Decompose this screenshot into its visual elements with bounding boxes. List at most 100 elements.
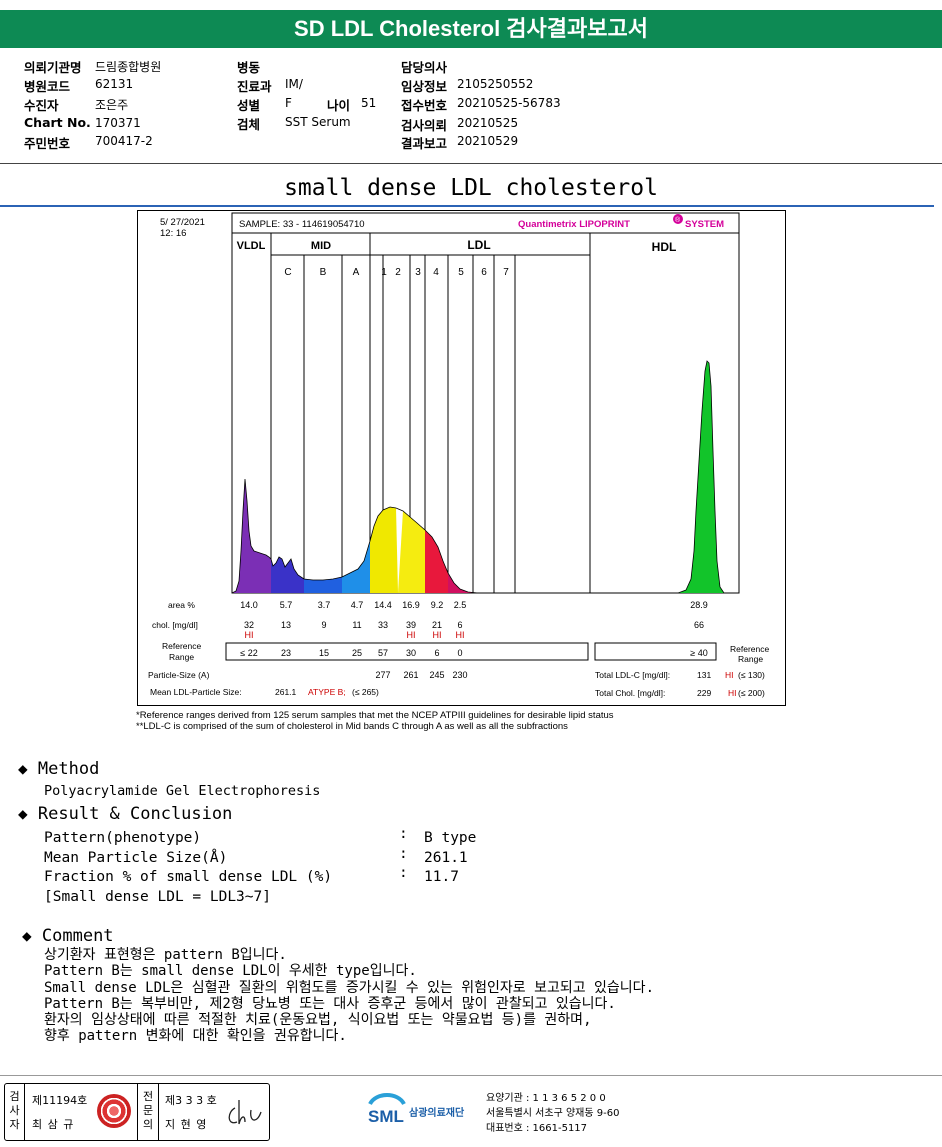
band-label-C: C xyxy=(284,267,291,278)
ref-value: ≥ 40 xyxy=(690,648,707,658)
row-ref-label-2: Range xyxy=(169,652,194,662)
sml-logo-icon: SML xyxy=(368,1093,406,1126)
chol-flag: HI xyxy=(407,630,416,640)
band-label-4: 4 xyxy=(433,267,439,278)
chart-notes: *Reference ranges derived from 125 serum… xyxy=(136,710,776,732)
total-ldl-label: Total LDL-C [mg/dl]: xyxy=(595,670,670,680)
comment-line: Pattern B는 small dense LDL이 우세한 type입니다. xyxy=(44,963,417,980)
org-line-1: 요양기관 : 1 1 3 6 5 2 0 0 xyxy=(486,1093,606,1104)
ref-value: 6 xyxy=(434,648,439,658)
particle-value: 261 xyxy=(403,670,418,680)
band-table: area % chol. [mg/dl] Reference Range Ref… xyxy=(148,600,769,698)
code-label: 병원코드 xyxy=(24,79,71,94)
total-chol-value: 229 xyxy=(697,688,711,698)
code-value: 62131 xyxy=(95,77,134,91)
band-labels: C B A 12 3 4 5 6 7 xyxy=(284,267,509,278)
area-value: 14.4 xyxy=(374,600,392,610)
area-value: 9.2 xyxy=(431,600,444,610)
result-table: Pattern(phenotype): B type Mean Particle S… xyxy=(44,826,644,909)
comment-title: Comment xyxy=(41,926,114,946)
chol-value: 32 xyxy=(244,620,254,630)
ref-label-right: Reference xyxy=(730,644,769,654)
note-1: *Reference ranges derived from 125 serum… xyxy=(136,710,614,721)
clinical-label: 임상정보 xyxy=(401,79,448,94)
lipoprint-chart: 5/ 27/2021 12: 16 SAMPLE: 33 - 114619054… xyxy=(137,210,786,706)
sex-label: 성별 xyxy=(237,98,261,113)
fill-ldl-3 xyxy=(425,530,448,593)
receipt-label: 접수번호 xyxy=(401,98,448,113)
patient-value: 조은주 xyxy=(95,98,129,112)
comment-line: 환자의 임상상태에 따른 적절한 치료(운동요법, 식이요법 또는 약물요법 등… xyxy=(44,1012,592,1029)
specimen-label: 검체 xyxy=(237,117,261,132)
result-value: 261.1 xyxy=(424,849,468,866)
group-mid: MID xyxy=(311,240,331,252)
mean-size-ref: (≤ 265) xyxy=(352,687,379,697)
group-hdl: HDL xyxy=(652,240,677,254)
section-title: small dense LDL cholesterol xyxy=(284,175,658,201)
brand-system: SYSTEM xyxy=(685,219,724,230)
chart-time: 12: 16 xyxy=(160,228,186,239)
result-title: Result & Conclusion xyxy=(37,804,233,824)
area-value: 16.9 xyxy=(402,600,420,610)
specialist-no: 제3 3 3 호 xyxy=(165,1094,217,1107)
examiner-name: 최 삼 규 xyxy=(32,1118,75,1131)
comment-text: 상기환자 표현형은 pattern B입니다. Pattern B는 small … xyxy=(44,947,924,1045)
patient-info: 의뢰기관명 드림종합병원 병원코드 62131 수진자 조은주 Chart No… xyxy=(0,52,942,164)
fill-mid-a xyxy=(342,541,370,593)
ref-label-right-2: Range xyxy=(738,654,763,664)
row-ref-label: Reference xyxy=(162,641,201,651)
lipoprint-svg: 5/ 27/2021 12: 16 SAMPLE: 33 - 114619054… xyxy=(148,212,769,698)
band-label-2: 2 xyxy=(395,267,401,278)
diamond-icon: ◆ xyxy=(18,759,28,778)
specimen-value: SST Serum xyxy=(285,115,351,129)
area-value: 28.9 xyxy=(690,600,708,610)
method-text: Polyacrylamide Gel Electrophoresis xyxy=(44,783,321,799)
chol-flag: HI xyxy=(245,630,254,640)
total-ldl-flag: HI xyxy=(725,670,734,680)
brand-name: Quantimetrix LIPOPRINT xyxy=(518,219,630,230)
comment-line: Pattern B는 복부비만, 제2형 당뇨병 또는 대사 증후군 등에서 많… xyxy=(44,995,616,1012)
group-vldl: VLDL xyxy=(237,240,266,252)
mean-size-flag: ATYPE B; xyxy=(308,687,346,697)
particle-label: Particle-Size (A) xyxy=(148,670,210,680)
ref-value: 25 xyxy=(352,648,362,658)
band-label-3: 3 xyxy=(415,267,421,278)
method-heading: ◆ Method xyxy=(18,759,99,779)
area-value: 3.7 xyxy=(318,600,331,610)
chol-value: 11 xyxy=(352,620,361,630)
diamond-icon: ◆ xyxy=(22,926,32,945)
id-label: 주민번호 xyxy=(24,136,71,151)
chol-value: 39 xyxy=(406,620,416,630)
note-2: **LDL-C is comprised of the sum of chole… xyxy=(136,721,568,732)
fill-ldl-4 xyxy=(448,573,473,593)
ward-label: 병동 xyxy=(237,60,261,75)
patient-label: 수진자 xyxy=(24,98,59,113)
fill-ldl-2 xyxy=(398,511,425,593)
result-row: [Small dense LDL = LDL3~7] xyxy=(44,889,644,909)
ref-value: 15 xyxy=(319,648,329,658)
chol-value: 6 xyxy=(457,620,462,630)
total-chol-label: Total Chol. [mg/dl]: xyxy=(595,688,665,698)
seal-stamp-icon xyxy=(97,1094,131,1128)
footer-divider xyxy=(0,1075,942,1076)
chol-value: 33 xyxy=(378,620,388,630)
hospital-label: 의뢰기관명 xyxy=(24,60,82,75)
report-title: SD LDL Cholesterol 검사결과보고서 xyxy=(0,10,942,48)
result-label: Mean Particle Size(Å) xyxy=(44,849,228,866)
examiner-label: 검사자 xyxy=(5,1084,25,1140)
total-chol-ref: (≤ 200) xyxy=(738,688,765,698)
chart-no-value: 170371 xyxy=(95,116,141,130)
signature-icon xyxy=(228,1100,262,1125)
chol-value: 13 xyxy=(281,620,291,630)
ref-value: ≤ 22 xyxy=(240,648,257,658)
signature-box: 검사자 제11194호 최 삼 규 전문의 제3 3 3 호 지 현 영 xyxy=(4,1083,270,1141)
result-row: Fraction % of small dense LDL (%):11.7 xyxy=(44,865,644,889)
area-value: 5.7 xyxy=(280,600,293,610)
result-label: Pattern(phenotype) xyxy=(44,830,202,846)
fill-vldl xyxy=(232,479,271,593)
area-value: 2.5 xyxy=(454,600,467,610)
diamond-icon: ◆ xyxy=(18,804,28,823)
result-row: Pattern(phenotype): B type xyxy=(44,826,644,850)
fill-ldl-1 xyxy=(370,507,398,593)
section-underline xyxy=(0,205,934,207)
